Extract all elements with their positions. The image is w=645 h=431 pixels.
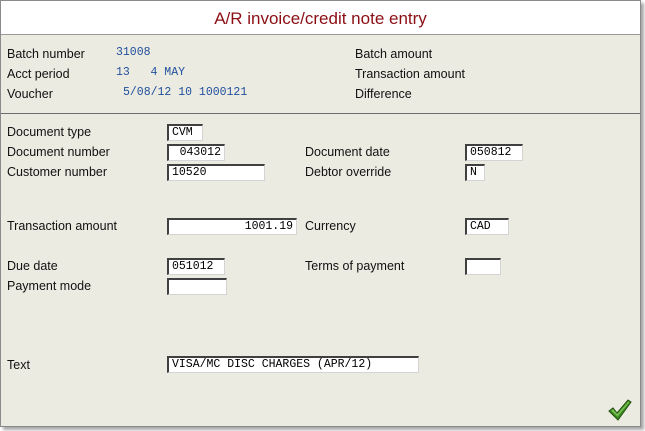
acct-period-label: Acct period <box>7 67 70 81</box>
payment-mode-field[interactable] <box>167 278 227 295</box>
transaction-amount-field[interactable]: 1001.19 <box>167 218 297 235</box>
customer-number-label: Customer number <box>7 165 108 179</box>
ok-button[interactable] <box>607 397 633 423</box>
due-date-field[interactable]: 051012 <box>167 258 225 275</box>
difference-label: Difference <box>355 87 412 101</box>
voucher-value: 5/08/12 10 1000121 <box>123 86 248 99</box>
terms-of-payment-field[interactable] <box>465 258 501 275</box>
header-transaction-amount-label: Transaction amount <box>355 67 466 81</box>
document-type-label: Document type <box>7 125 92 139</box>
currency-field[interactable]: CAD <box>465 218 509 235</box>
voucher-label: Voucher <box>7 87 53 101</box>
due-date-label: Due date <box>7 259 58 273</box>
document-date-field[interactable]: 050812 <box>465 144 523 161</box>
currency-label: Currency <box>305 219 356 233</box>
header-divider <box>1 113 640 114</box>
customer-number-field[interactable]: 10520 <box>167 164 265 181</box>
document-number-field[interactable]: 043012 <box>167 144 225 161</box>
batch-number-value: 31008 <box>116 46 151 59</box>
payment-mode-label: Payment mode <box>7 279 92 293</box>
document-date-label: Document date <box>305 145 390 159</box>
batch-number-label: Batch number <box>7 47 85 61</box>
checkmark-icon <box>608 399 632 421</box>
document-type-field[interactable]: CVM <box>167 124 203 141</box>
title-bar: A/R invoice/credit note entry <box>1 1 640 35</box>
document-number-label: Document number <box>7 145 110 159</box>
debtor-override-label: Debtor override <box>305 165 392 179</box>
text-label: Text <box>7 358 30 372</box>
text-field[interactable]: VISA/MC DISC CHARGES (APR/12) <box>167 356 419 373</box>
transaction-amount-label: Transaction amount <box>7 219 118 233</box>
debtor-override-field[interactable]: N <box>465 164 485 181</box>
window-title: A/R invoice/credit note entry <box>214 9 427 28</box>
batch-amount-label: Batch amount <box>355 47 433 61</box>
acct-period-value: 13 4 MAY <box>116 66 186 79</box>
terms-of-payment-label: Terms of payment <box>305 259 405 273</box>
entry-window: A/R invoice/credit note entry Batch numb… <box>0 0 641 427</box>
